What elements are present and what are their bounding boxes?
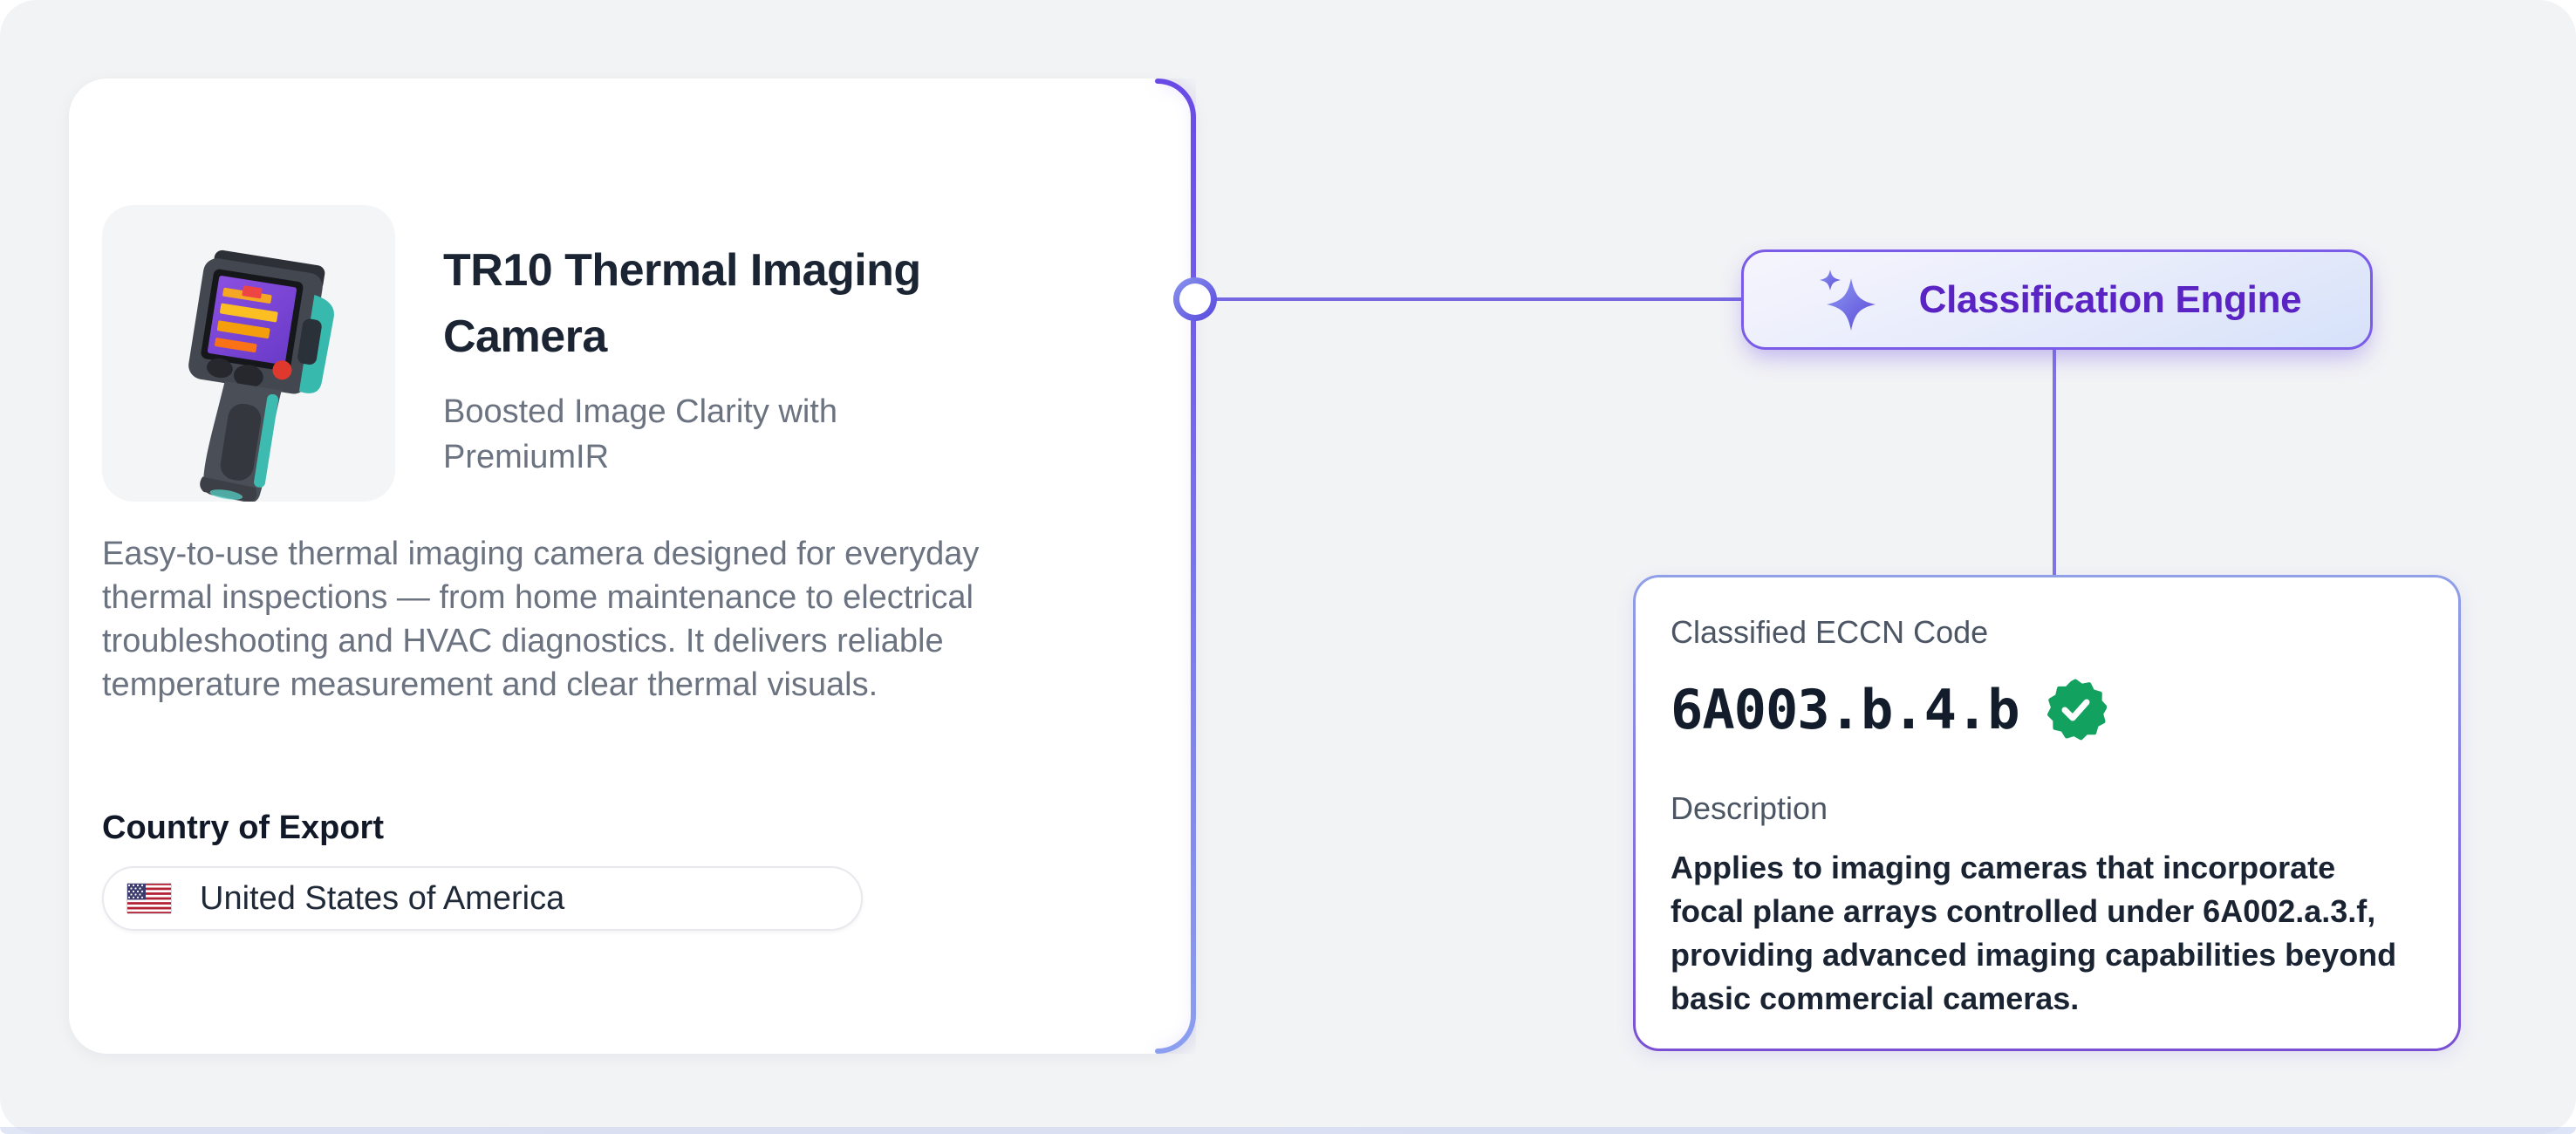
country-select[interactable]: United States of America <box>102 866 863 931</box>
thermal-camera-illustration <box>102 205 395 502</box>
eccn-description: Applies to imaging cameras that incorpor… <box>1671 846 2423 1021</box>
eccn-result-card: Classified ECCN Code 6A003.b.4.b Descrip… <box>1633 575 2461 1051</box>
connector-line-vertical <box>2053 350 2056 575</box>
product-title: TR10 Thermal Imaging Camera <box>443 237 1019 370</box>
classification-engine-badge[interactable]: Classification Engine <box>1741 249 2373 350</box>
us-flag-icon <box>126 883 172 914</box>
connector-line-horizontal <box>1215 297 1741 301</box>
product-card: TR10 Thermal Imaging Camera Boosted Imag… <box>69 79 1196 1054</box>
eccn-code-label: Classified ECCN Code <box>1671 614 2423 651</box>
sparkle-icon <box>1813 266 1881 334</box>
connector-node <box>1173 277 1217 321</box>
product-description: Easy-to-use thermal imaging camera desig… <box>102 532 1088 707</box>
app-canvas: TR10 Thermal Imaging Camera Boosted Imag… <box>0 0 2576 1134</box>
screenshot-stage: TR10 Thermal Imaging Camera Boosted Imag… <box>0 0 2576 1134</box>
product-subtitle: Boosted Image Clarity with PremiumIR <box>443 389 1019 480</box>
description-label: Description <box>1671 790 2423 827</box>
eccn-code-row: 6A003.b.4.b <box>1671 673 2423 745</box>
eccn-code-value: 6A003.b.4.b <box>1671 678 2019 741</box>
country-select-value: United States of America <box>200 880 564 918</box>
product-image <box>102 205 395 502</box>
product-header: TR10 Thermal Imaging Camera Boosted Imag… <box>443 237 1019 480</box>
verified-seal-icon <box>2044 678 2107 741</box>
classification-engine-label: Classification Engine <box>1919 278 2302 322</box>
eccn-result-card-inner: Classified ECCN Code 6A003.b.4.b Descrip… <box>1636 577 2458 1049</box>
country-of-export-label: Country of Export <box>102 810 384 847</box>
